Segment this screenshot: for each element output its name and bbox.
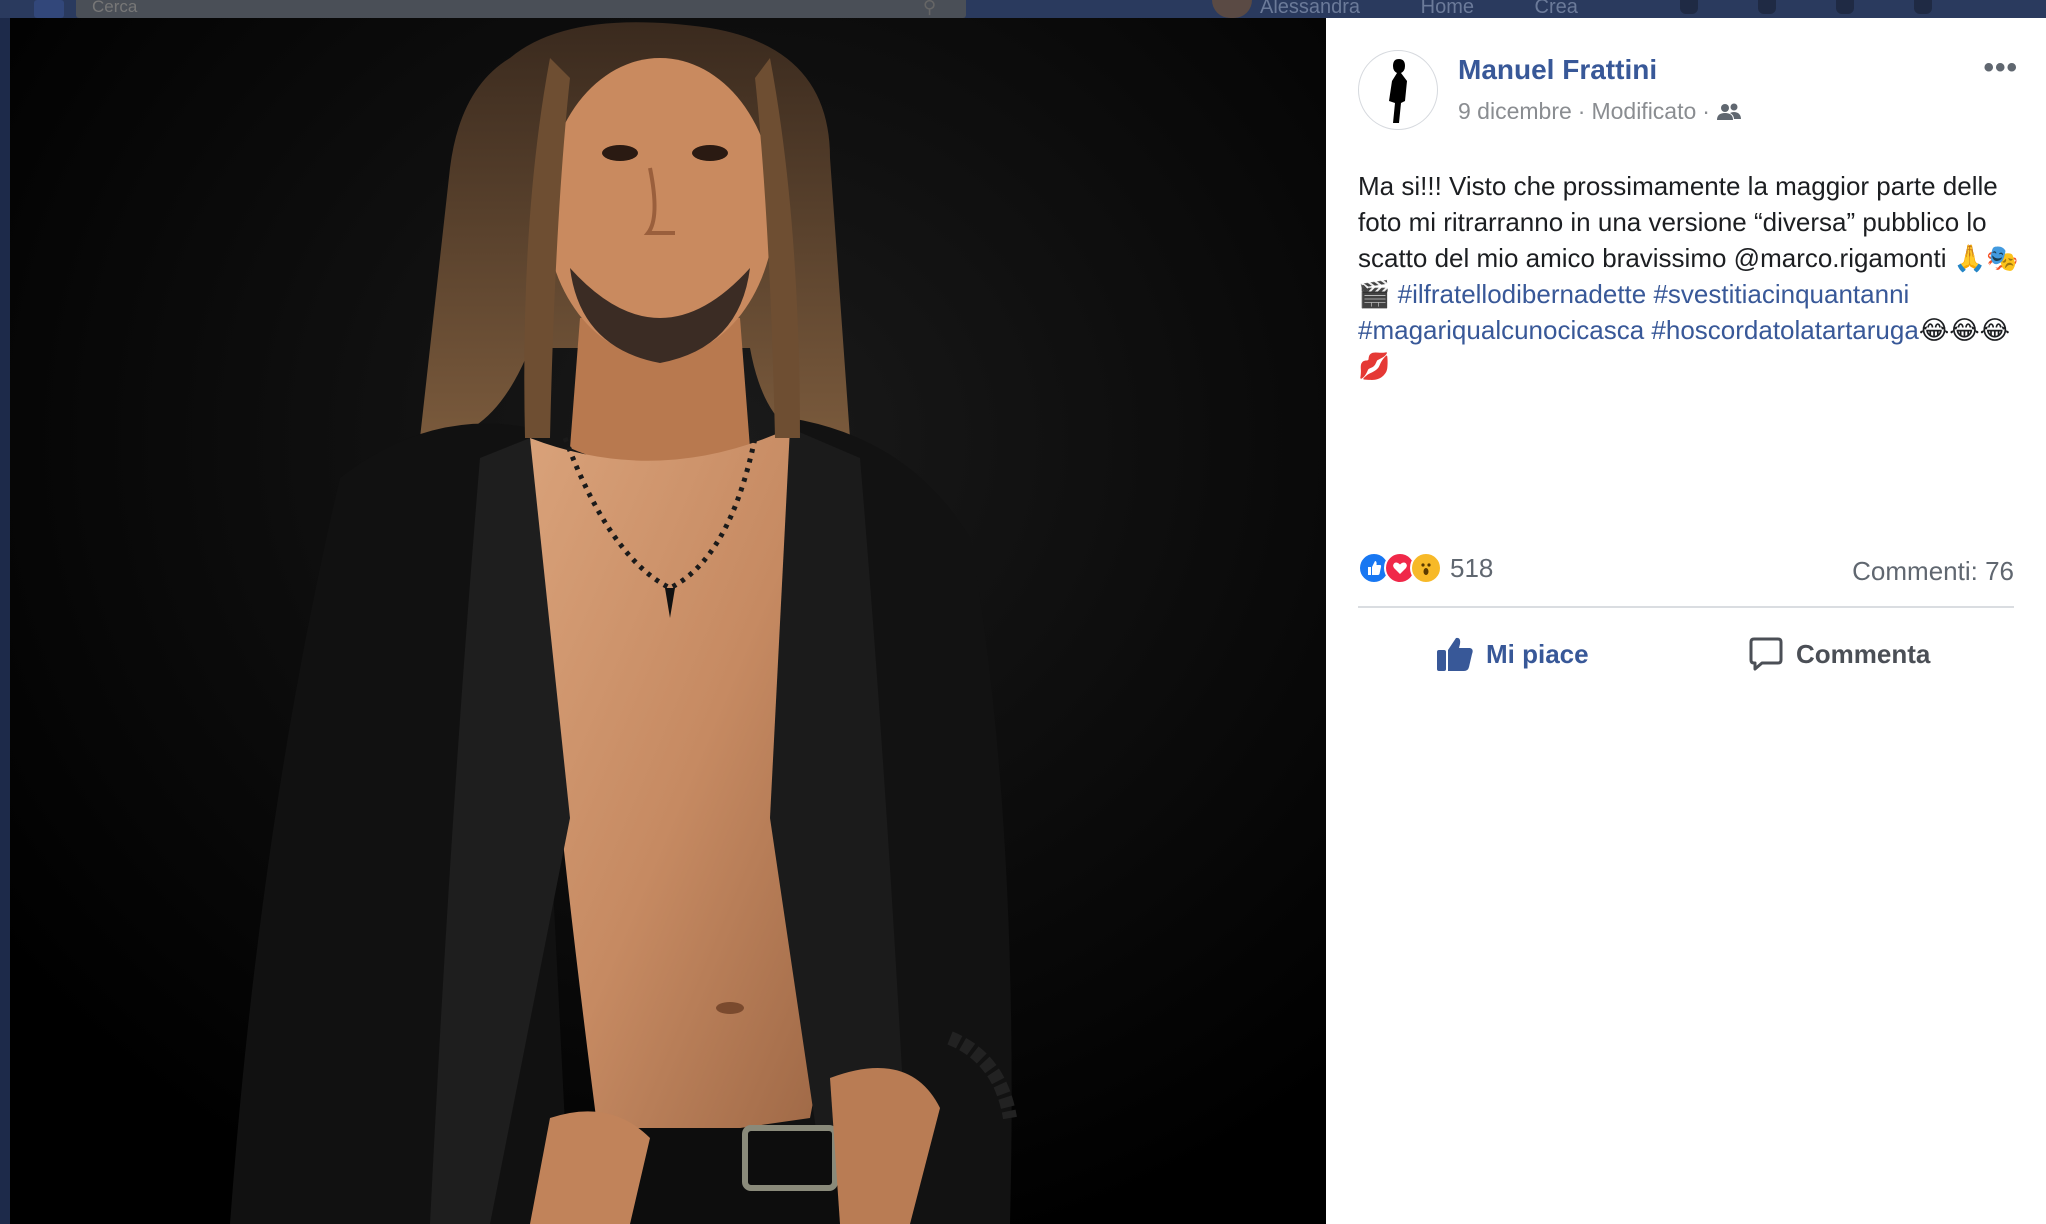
post-meta: 9 dicembre · Modificato ·	[1458, 98, 1742, 125]
friends-icon[interactable]	[1716, 102, 1742, 122]
background-topbar: Cerca ⚲ Alessandra Home Crea	[0, 0, 2046, 18]
background-strip	[0, 18, 10, 1224]
divider	[1358, 606, 2014, 608]
author-avatar[interactable]	[1358, 50, 1438, 130]
post-text: Ma si!!! Visto che prossimamente la magg…	[1358, 168, 2028, 384]
background-nav-icons	[1680, 0, 1932, 18]
like-label: Mi piace	[1486, 638, 1589, 669]
thumbs-up-icon	[1437, 637, 1473, 671]
help-icon	[1914, 0, 1932, 14]
more-options-icon[interactable]: •••	[1983, 53, 2018, 83]
edited-label[interactable]: Modificato	[1591, 98, 1696, 125]
like-button[interactable]: Mi piace	[1436, 626, 1589, 682]
meta-separator: ·	[1702, 98, 1710, 124]
reactions-summary[interactable]: 518	[1358, 552, 1493, 584]
nav-item-profile: Alessandra	[1260, 0, 1361, 18]
user-avatar	[1212, 0, 1252, 18]
author-name[interactable]: Manuel Frattini	[1458, 54, 1657, 86]
comments-count[interactable]: Commenti: 76	[1852, 556, 2014, 587]
hashtag[interactable]: #ilfratellodibernadette	[1398, 279, 1647, 309]
wow-reaction-icon	[1410, 552, 1442, 584]
hashtag[interactable]: #svestitiacinquantanni	[1653, 279, 1909, 309]
comment-label: Commenta	[1796, 638, 1931, 669]
hashtag[interactable]: #hoscordatolatartaruga	[1651, 315, 1918, 345]
notifications-icon	[1836, 0, 1854, 14]
messenger-icon	[1758, 0, 1776, 14]
post-date[interactable]: 9 dicembre	[1458, 98, 1572, 125]
search-icon: ⚲	[922, 0, 936, 17]
post-panel: Manuel Frattini 9 dicembre · Modificato …	[1326, 18, 2046, 1224]
friends-requests-icon	[1680, 0, 1698, 14]
background-nav: Alessandra Home Crea	[1260, 0, 1633, 18]
comment-button[interactable]: Commenta	[1748, 626, 1930, 682]
search-placeholder: Cerca	[92, 0, 138, 16]
nav-item-create: Crea	[1534, 0, 1578, 18]
nav-item-home: Home	[1420, 0, 1474, 18]
post-photo[interactable]	[0, 18, 1326, 1224]
background-search-input: Cerca ⚲	[76, 0, 966, 18]
comment-bubble-icon	[1749, 637, 1783, 671]
photo-image	[10, 18, 1326, 1224]
meta-separator: ·	[1577, 98, 1586, 124]
reaction-count: 518	[1450, 552, 1494, 583]
hashtag[interactable]: #magariqualcunocicasca	[1358, 315, 1644, 345]
facebook-logo-icon	[34, 0, 64, 18]
silhouette-icon	[1389, 59, 1407, 123]
